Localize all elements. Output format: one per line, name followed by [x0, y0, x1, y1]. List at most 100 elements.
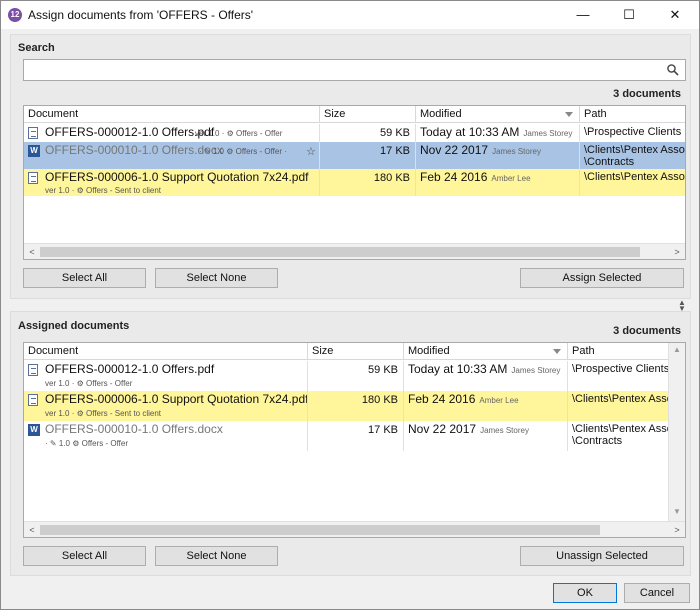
workflow-gear-icon: ⚙	[76, 409, 84, 418]
size-cell: 180 KB	[308, 391, 404, 421]
document-name: OFFERS-000010-1.0 Offers.docx	[45, 422, 223, 436]
column-header-document[interactable]: Document	[24, 106, 320, 123]
path-cell: \Clients\Pentex Asso	[584, 171, 685, 183]
document-cell: OFFERS-000006-1.0 Support Quotation 7x24…	[24, 391, 308, 421]
workflow-gear-icon: ⚙	[76, 186, 84, 195]
modified-cell: Nov 22 2017 James Storey	[404, 421, 568, 451]
table-row-selected[interactable]: W OFFERS-000010-1.0 Offers.docx · ✎ 1.0 …	[24, 142, 685, 169]
document-meta: ver 1.0 · ⚙ Offers - Offer	[45, 379, 133, 388]
vertical-scrollbar[interactable]: ▲ ▼	[668, 343, 685, 521]
column-header-modified-label: Modified	[420, 108, 462, 120]
scrollbar-thumb[interactable]	[40, 525, 600, 535]
scroll-left-icon[interactable]: <	[25, 523, 39, 537]
assigned-panel: Assigned documents 3 documents Document …	[10, 311, 691, 576]
modified-cell: Today at 10:33 AM James Storey	[416, 124, 580, 142]
minimize-button[interactable]: —	[560, 1, 606, 29]
search-input[interactable]	[23, 59, 686, 81]
path-cell: \Clients\Pentex Associ\Contracts	[572, 423, 668, 447]
scroll-left-icon[interactable]: <	[25, 245, 39, 259]
column-header-document[interactable]: Document	[24, 343, 308, 360]
select-all-button[interactable]: Select All	[23, 268, 146, 288]
select-none-button[interactable]: Select None	[155, 546, 278, 566]
search-results-grid[interactable]: Document Size Modified Path OFFERS-00001…	[23, 105, 686, 260]
ok-button[interactable]: OK	[553, 583, 617, 603]
workflow-gear-icon: ⚙	[226, 129, 234, 138]
favorite-star-icon[interactable]: ☆	[306, 145, 316, 158]
path-cell: \Clients\Pentex Associ	[572, 393, 668, 405]
path-cell: \Prospective Clients	[572, 363, 668, 375]
column-header-modified-label: Modified	[408, 345, 450, 357]
scroll-down-icon[interactable]: ▼	[671, 507, 683, 519]
column-header-size[interactable]: Size	[320, 106, 416, 123]
table-row[interactable]: W OFFERS-000010-1.0 Offers.docx · ✎ 1.0 …	[24, 421, 685, 451]
search-panel: Search 3 documents Document Size Modifie…	[10, 34, 691, 299]
maximize-button[interactable]: ☐	[606, 1, 652, 29]
search-grid-header: Document Size Modified Path	[24, 106, 685, 123]
assign-selected-button[interactable]: Assign Selected	[520, 268, 684, 288]
pdf-file-icon	[28, 394, 38, 406]
dialog-window: 12 Assign documents from 'OFFERS - Offer…	[0, 0, 700, 610]
cancel-button[interactable]: Cancel	[624, 583, 690, 603]
document-cell: W OFFERS-000010-1.0 Offers.docx · ✎ 1.0 …	[24, 142, 320, 169]
table-row[interactable]: OFFERS-000012-1.0 Offers.pdf ver 1.0 · ⚙…	[24, 124, 685, 142]
horizontal-scrollbar[interactable]: < >	[24, 243, 685, 259]
column-header-modified[interactable]: Modified	[416, 106, 580, 123]
document-name: OFFERS-000010-1.0 Offers.docx	[45, 143, 223, 157]
column-header-modified[interactable]: Modified	[404, 343, 568, 360]
size-cell: 17 KB	[308, 421, 404, 451]
modified-cell: Nov 22 2017 James Storey	[416, 142, 580, 169]
scroll-right-icon[interactable]: >	[670, 245, 684, 259]
window-title: Assign documents from 'OFFERS - Offers'	[28, 8, 254, 22]
table-row-highlighted[interactable]: OFFERS-000006-1.0 Support Quotation 7x24…	[24, 169, 685, 196]
document-cell: W OFFERS-000010-1.0 Offers.docx · ✎ 1.0 …	[24, 421, 308, 451]
pencil-icon: ✎	[203, 147, 211, 156]
size-cell: 180 KB	[320, 169, 416, 196]
column-header-path[interactable]: Path	[568, 343, 668, 360]
size-cell: 17 KB	[320, 142, 416, 169]
document-meta: ver 1.0 · ⚙ Offers - Offer	[195, 129, 283, 138]
search-section-label: Search	[18, 42, 55, 54]
assigned-grid-header: Document Size Modified Path	[24, 343, 685, 360]
sort-descending-icon	[553, 349, 561, 354]
modified-cell: Feb 24 2016 Amber Lee	[416, 169, 580, 196]
search-result-count: 3 documents	[613, 88, 681, 100]
document-cell: OFFERS-000012-1.0 Offers.pdf ver 1.0 · ⚙…	[24, 361, 308, 391]
table-row-highlighted[interactable]: OFFERS-000006-1.0 Support Quotation 7x24…	[24, 391, 685, 421]
pencil-icon: ✎	[49, 439, 57, 448]
scroll-right-icon[interactable]: >	[670, 523, 684, 537]
table-row[interactable]: OFFERS-000012-1.0 Offers.pdf ver 1.0 · ⚙…	[24, 361, 685, 391]
app-logo-icon: 12	[8, 8, 22, 22]
workflow-gear-icon: ⚙	[72, 439, 80, 448]
column-header-path[interactable]: Path	[580, 106, 685, 123]
assigned-documents-grid[interactable]: Document Size Modified Path OFFERS-00001…	[23, 342, 686, 538]
title-bar[interactable]: 12 Assign documents from 'OFFERS - Offer…	[1, 1, 699, 29]
size-cell: 59 KB	[308, 361, 404, 391]
document-meta: · ✎ 1.0 ⚙ Offers - Offer	[45, 439, 128, 448]
close-button[interactable]: ✕	[652, 1, 698, 29]
unassign-selected-button[interactable]: Unassign Selected	[520, 546, 684, 566]
select-none-button[interactable]: Select None	[155, 268, 278, 288]
document-cell: OFFERS-000012-1.0 Offers.pdf ver 1.0 · ⚙…	[24, 124, 320, 142]
select-all-button[interactable]: Select All	[23, 546, 146, 566]
path-cell: \Clients\Pentex Assoc \Contracts	[584, 144, 685, 168]
column-header-size[interactable]: Size	[308, 343, 404, 360]
document-name: OFFERS-000012-1.0 Offers.pdf	[45, 362, 215, 376]
modified-cell: Feb 24 2016 Amber Lee	[404, 391, 568, 421]
document-name: OFFERS-000012-1.0 Offers.pdf	[45, 125, 215, 139]
scroll-up-icon[interactable]: ▲	[671, 345, 683, 357]
search-icon[interactable]	[666, 63, 680, 77]
scrollbar-thumb[interactable]	[40, 247, 640, 257]
document-name: OFFERS-000006-1.0 Support Quotation 7x24…	[45, 170, 309, 184]
assigned-section-label: Assigned documents	[18, 320, 130, 332]
pdf-file-icon	[28, 172, 38, 184]
horizontal-scrollbar[interactable]: < >	[24, 521, 685, 537]
workflow-gear-icon: ⚙	[76, 379, 84, 388]
pdf-file-icon	[28, 364, 38, 376]
sort-descending-icon	[565, 112, 573, 117]
size-cell: 59 KB	[320, 124, 416, 142]
path-cell: \Prospective Clients	[584, 126, 682, 138]
word-file-icon: W	[28, 424, 40, 436]
document-name: OFFERS-000006-1.0 Support Quotation 7x24…	[45, 392, 308, 406]
document-meta: ver 1.0 · ⚙ Offers - Sent to client	[45, 186, 162, 195]
assigned-count: 3 documents	[613, 325, 681, 337]
